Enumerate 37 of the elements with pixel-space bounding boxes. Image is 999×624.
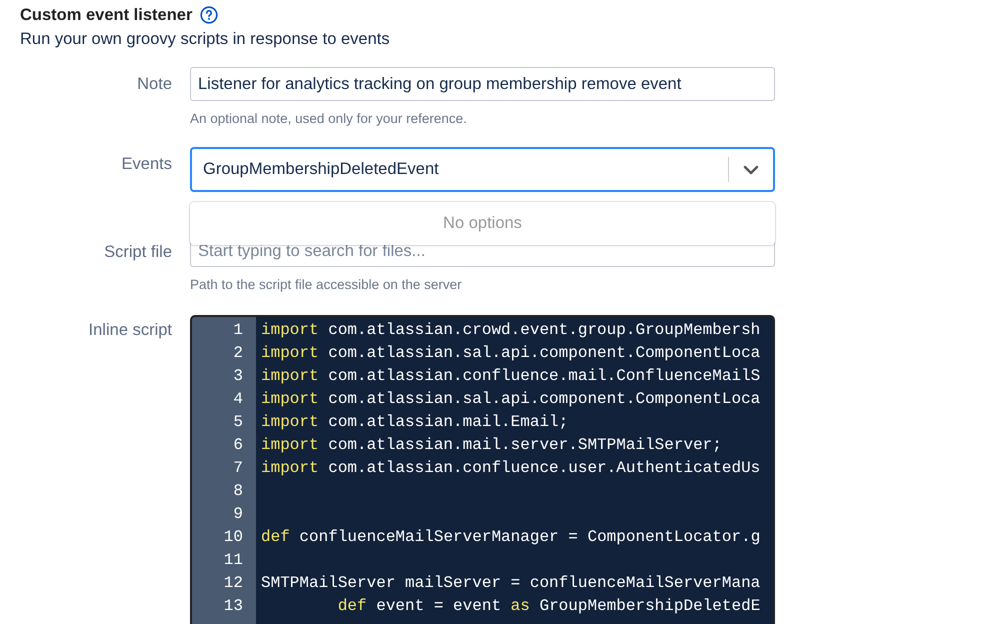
- no-options-message: No options: [443, 214, 522, 233]
- help-text: An optional note, used only for your reference.: [190, 111, 468, 126]
- note-field[interactable]: Listener for analytics tracking on group membership remove event: [190, 67, 775, 101]
- line-number: 9: [232, 504, 244, 525]
- line-number: 5: [232, 412, 244, 433]
- line-number: 7: [232, 458, 244, 479]
- help-text: Path to the script file accessible on the server: [190, 277, 463, 292]
- events-select[interactable]: GroupMembershipDeletedEvent: [190, 147, 775, 192]
- section-title: Custom event listener: [20, 6, 192, 24]
- line-number: 10: [222, 527, 244, 548]
- chevron-down-icon[interactable]: [743, 164, 759, 174]
- section-description: Run your own groovy scripts in response to events: [20, 30, 391, 49]
- field-label: Events: [120, 154, 172, 175]
- line-number: 2: [232, 343, 244, 364]
- line-number: 8: [232, 481, 244, 502]
- code-line: import com.atlassian.confluence.mail.ConfluenceMailS: [261, 366, 760, 387]
- code-line: import com.atlassian.mail.Email;: [261, 412, 568, 433]
- line-number: 12: [222, 573, 244, 594]
- field-label: Note: [136, 74, 172, 95]
- line-number: 3: [232, 366, 244, 387]
- code-line: import com.atlassian.mail.server.SMTPMailServer;: [261, 435, 722, 456]
- code-line: SMTPMailServer mailServer = confluenceMailServerMana: [261, 573, 760, 594]
- code-line: import com.atlassian.crowd.event.group.GroupMembersh: [261, 320, 760, 341]
- code-line: def event = event as GroupMembershipDeletedE: [336, 596, 760, 617]
- code-editor[interactable]: [190, 315, 775, 624]
- line-number: 13: [222, 596, 244, 617]
- field-label: Script file: [103, 242, 172, 263]
- code-line: import com.atlassian.sal.api.component.ComponentLoca: [261, 343, 760, 364]
- field-label: Inline script: [88, 320, 172, 341]
- line-number: 6: [232, 435, 244, 456]
- line-number: 1: [232, 320, 244, 341]
- code-line: import com.atlassian.sal.api.component.ComponentLoca: [261, 389, 760, 410]
- line-number: 11: [222, 550, 244, 571]
- help-icon[interactable]: [200, 6, 218, 24]
- code-line: import com.atlassian.confluence.user.AuthenticatedUs: [261, 458, 760, 479]
- line-number: 4: [232, 389, 244, 410]
- code-line: def confluenceMailServerManager = ComponentLocator.g: [261, 527, 760, 548]
